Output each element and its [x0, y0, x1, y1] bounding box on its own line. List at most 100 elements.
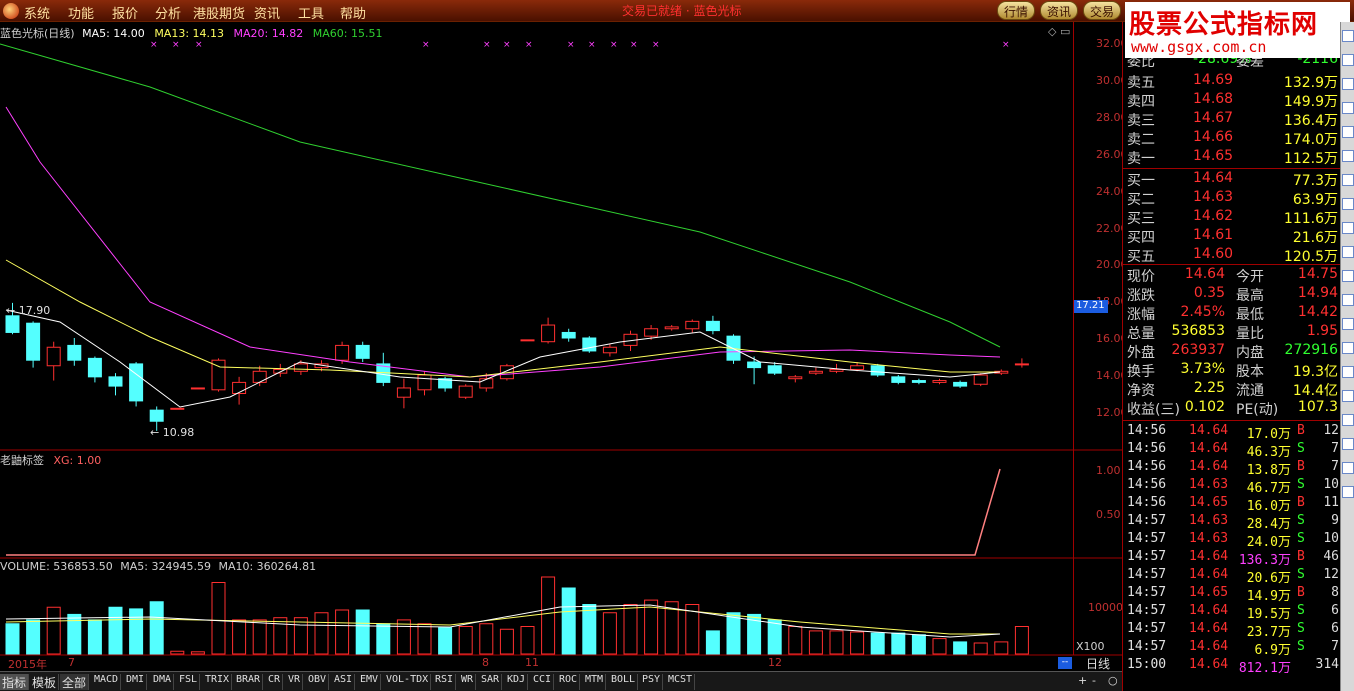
- tick-count: 10: [1323, 531, 1339, 546]
- tab-asi[interactable]: ASI: [332, 674, 356, 690]
- menu-function[interactable]: 功能: [68, 3, 94, 22]
- toolbar-icon[interactable]: [1342, 318, 1354, 330]
- toolbar-icon[interactable]: [1342, 102, 1354, 114]
- tab-wr[interactable]: WR: [459, 674, 477, 690]
- tab-brar[interactable]: BRAR: [234, 674, 264, 690]
- tab-obv[interactable]: OBV: [306, 674, 330, 690]
- current-price-flag: 17.21: [1074, 300, 1108, 313]
- stat-value: 3.73%: [1180, 361, 1225, 377]
- scroll-indicator[interactable]: --: [1058, 657, 1072, 669]
- toolbar-icon[interactable]: [1342, 438, 1354, 450]
- toolbar-icon[interactable]: [1342, 294, 1354, 306]
- buy-level-row[interactable]: 买一 14.64 77.3万: [1123, 170, 1341, 189]
- buy-level-row[interactable]: 买五 14.60 120.5万: [1123, 246, 1341, 265]
- toolbar-icon[interactable]: [1342, 366, 1354, 378]
- tab-rsi[interactable]: RSI: [433, 674, 457, 690]
- tab-macd[interactable]: MACD: [92, 674, 122, 690]
- tab-mtm[interactable]: MTM: [583, 674, 607, 690]
- toolbar-icon[interactable]: [1342, 30, 1354, 42]
- quote-button[interactable]: 行情: [997, 1, 1036, 20]
- tab-vol-tdx[interactable]: VOL-TDX: [384, 674, 432, 690]
- tab-roc[interactable]: ROC: [557, 674, 581, 690]
- toolbar-icon[interactable]: [1342, 270, 1354, 282]
- tab-psy[interactable]: PSY: [640, 674, 664, 690]
- tab-sar[interactable]: SAR: [479, 674, 503, 690]
- candle-body: [335, 344, 350, 361]
- menu-analysis[interactable]: 分析: [155, 3, 181, 22]
- tab-cci[interactable]: CCI: [531, 674, 555, 690]
- sell-level-row[interactable]: 卖二 14.66 174.0万: [1123, 129, 1341, 148]
- volume-bar: [479, 623, 494, 655]
- toolbar-icon[interactable]: [1342, 462, 1354, 474]
- tick-volume: 812.1万: [1238, 661, 1291, 676]
- tick-time: 14:57: [1127, 549, 1167, 564]
- tab-vr[interactable]: VR: [286, 674, 304, 690]
- tick-row: 14:56 14.65 16.0万 B 11: [1123, 495, 1341, 514]
- tab-trix[interactable]: TRIX: [203, 674, 233, 690]
- signal-mark: ×: [610, 40, 618, 50]
- menu-system[interactable]: 系统: [24, 3, 50, 22]
- candle-body: [561, 331, 576, 339]
- tab-dmi[interactable]: DMI: [124, 674, 148, 690]
- tab-emv[interactable]: EMV: [358, 674, 382, 690]
- tick-volume: 13.8万: [1246, 463, 1291, 478]
- menu-news[interactable]: 资讯: [254, 3, 280, 22]
- volume-bar: [891, 632, 906, 655]
- tab-templates[interactable]: 模板: [30, 674, 60, 690]
- tab-fsl[interactable]: FSL: [177, 674, 201, 690]
- tick-count: 11: [1323, 495, 1339, 510]
- menu-help[interactable]: 帮助: [340, 3, 366, 22]
- close-tab-icon[interactable]: ○: [1108, 674, 1118, 687]
- menu-tools[interactable]: 工具: [298, 3, 324, 22]
- signal-mark: ×: [503, 40, 511, 50]
- toolbar-icon[interactable]: [1342, 54, 1354, 66]
- sell-level-row[interactable]: 卖三 14.67 136.4万: [1123, 110, 1341, 129]
- trade-button[interactable]: 交易: [1083, 1, 1122, 20]
- buy-level-row[interactable]: 买三 14.62 111.6万: [1123, 208, 1341, 227]
- buy-level-row[interactable]: 买四 14.61 21.6万: [1123, 227, 1341, 246]
- toolbar-icon[interactable]: [1342, 150, 1354, 162]
- period-selector[interactable]: 日线: [1076, 655, 1122, 671]
- tab-dma[interactable]: DMA: [151, 674, 175, 690]
- tick-volume: 136.3万: [1238, 553, 1291, 568]
- tab-mcst[interactable]: MCST: [666, 674, 696, 690]
- menu-hk-futures[interactable]: 港股期货: [193, 3, 245, 22]
- stat-row: 换手 3.73% 股本 19.3亿: [1123, 361, 1341, 380]
- toolbar-icon[interactable]: [1342, 174, 1354, 186]
- toolbar-icon[interactable]: [1342, 342, 1354, 354]
- toolbar-icon[interactable]: [1342, 390, 1354, 402]
- tab-boll[interactable]: BOLL: [609, 674, 639, 690]
- tick-side: S: [1297, 531, 1305, 546]
- stat-row: 收益(三) 0.102 PE(动) 107.3: [1123, 399, 1341, 418]
- sell-level-row[interactable]: 卖五 14.69 132.9万: [1123, 72, 1341, 91]
- sell-level-row[interactable]: 卖一 14.65 112.5万: [1123, 148, 1341, 167]
- toolbar-icon[interactable]: [1342, 126, 1354, 138]
- sell-level-row[interactable]: 卖四 14.68 149.9万: [1123, 91, 1341, 110]
- tab-all[interactable]: 全部: [60, 674, 90, 690]
- toolbar-icon[interactable]: [1342, 486, 1354, 498]
- tab-indicators[interactable]: 指标: [0, 674, 30, 690]
- tab-cr[interactable]: CR: [266, 674, 284, 690]
- add-tab-icon[interactable]: +: [1078, 674, 1087, 687]
- date-label: 7: [68, 656, 75, 669]
- buy-level-row[interactable]: 买二 14.63 63.9万: [1123, 189, 1341, 208]
- toolbar-icon[interactable]: [1342, 414, 1354, 426]
- stat-value: 0.35: [1193, 285, 1225, 301]
- app-logo-icon[interactable]: [3, 3, 19, 19]
- toolbar-icon[interactable]: [1342, 246, 1354, 258]
- tab-kdj[interactable]: KDJ: [505, 674, 529, 690]
- tick-price: 14.64: [1189, 441, 1229, 456]
- signal-mark: ×: [150, 40, 158, 50]
- tick-time: 14:56: [1127, 495, 1167, 510]
- toolbar-icon[interactable]: [1342, 78, 1354, 90]
- toolbar-icon[interactable]: [1342, 198, 1354, 210]
- toolbar-icon[interactable]: [1342, 222, 1354, 234]
- candle-body: [520, 339, 535, 342]
- chart-window-controls[interactable]: ◇ ▭: [1048, 25, 1070, 38]
- level-volume: 149.9万: [1283, 94, 1338, 110]
- news-button[interactable]: 资讯: [1040, 1, 1079, 20]
- remove-tab-icon[interactable]: -: [1092, 674, 1096, 687]
- kline-chart-svg[interactable]: ← 17.90 ← 10.98 × × × × × × × × × × × × ×: [0, 22, 1122, 672]
- menu-quote[interactable]: 报价: [112, 3, 138, 22]
- kline-chart-area[interactable]: ← 17.90 ← 10.98 × × × × × × × × × × × × ×: [0, 22, 1122, 672]
